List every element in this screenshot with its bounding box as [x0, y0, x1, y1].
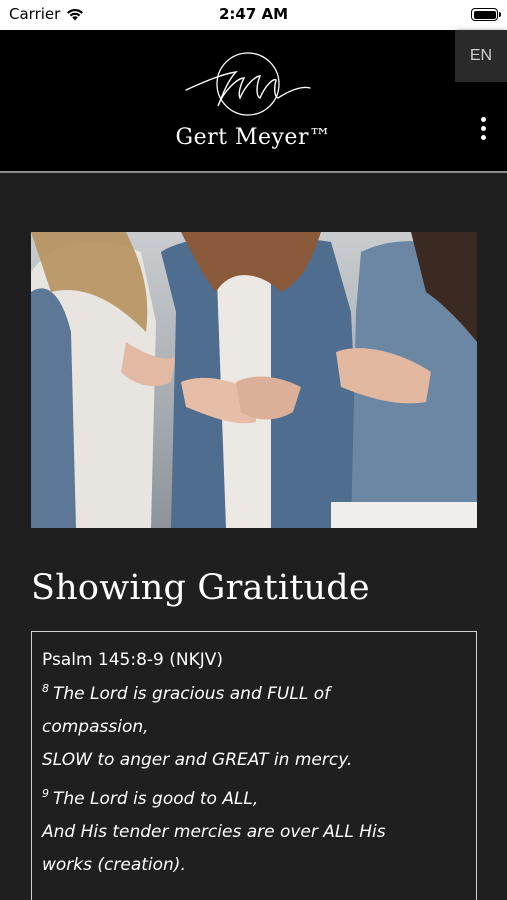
verse-text: works (creation). — [42, 855, 186, 875]
verse-text: compassion, — [42, 717, 149, 737]
verse-line: compassion, — [42, 711, 466, 744]
verse-line: works (creation). — [42, 849, 466, 882]
verse-text: The Lord is gracious and FULL of — [53, 684, 331, 704]
battery-icon — [471, 8, 501, 21]
verse-text: SLOW to anger and GREAT in mercy. — [42, 750, 353, 770]
verse-number: 8 — [42, 682, 49, 695]
scripture-reference: Psalm 145:8-9 (NKJV) — [42, 650, 224, 670]
vertical-dots-icon — [480, 116, 486, 122]
verse-line: And His tender mercies are over ALL His — [42, 816, 466, 849]
clock: 2:47 AM — [218, 5, 289, 23]
app-header: Gert Meyer™ EN — [0, 30, 507, 173]
menu-button[interactable] — [473, 114, 493, 142]
verse-number: 9 — [42, 787, 49, 800]
hero-image — [31, 232, 477, 528]
verse-line: SLOW to anger and GREAT in mercy. — [42, 744, 466, 777]
scripture-box: Psalm 145:8-9 (NKJV) 8 The Lord is gracio… — [31, 631, 477, 900]
verse-line: 8 The Lord is gracious and FULL of — [42, 672, 466, 711]
verse-text: And His tender mercies are over ALL His — [42, 822, 386, 842]
status-bar: Carrier 2:47 AM — [0, 0, 507, 30]
logo[interactable] — [178, 44, 318, 124]
brand-name: Gert Meyer™ — [175, 125, 332, 150]
language-button[interactable]: EN — [455, 30, 507, 82]
hero-photo — [31, 232, 477, 528]
page-title: Showing Gratitude — [31, 568, 370, 608]
verse-line: 9 The Lord is good to ALL, — [42, 777, 466, 816]
verse-text: The Lord is good to ALL, — [53, 789, 259, 809]
